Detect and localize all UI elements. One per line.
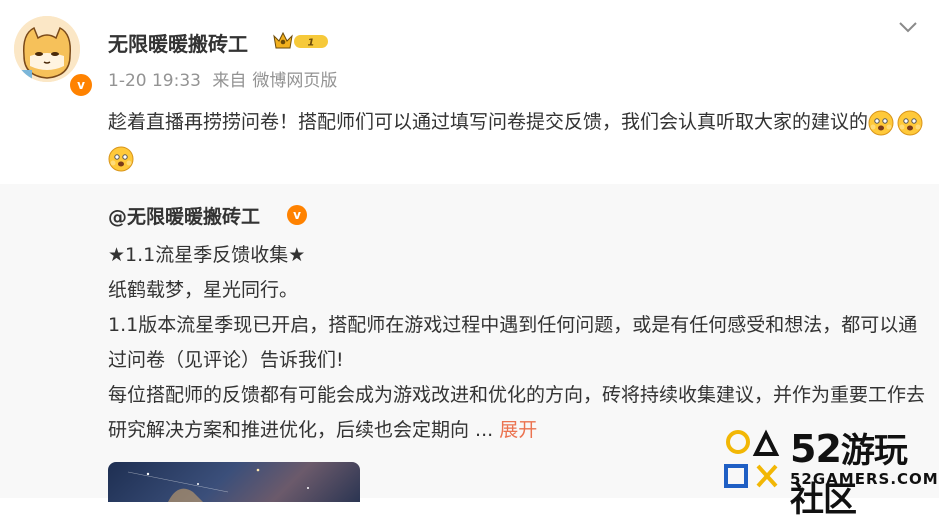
post-source: 微博网页版: [252, 71, 338, 91]
repost-line: ★1.1流星季反馈收集★: [108, 244, 306, 266]
repost-author[interactable]: @无限暖暖搬砖工: [108, 202, 260, 229]
repost-image-thumbnail[interactable]: [108, 462, 360, 502]
ellipsis: ...: [469, 419, 500, 441]
scared-face-icon: [897, 110, 923, 135]
verified-badge-icon: v: [287, 205, 307, 225]
scared-face-icon: [108, 146, 134, 171]
repost-line: 1.1版本流星季现已开启，搭配师在游戏过程中遇到任何问题，或是有任何感受和想法，…: [108, 314, 918, 371]
avatar[interactable]: [14, 16, 80, 82]
source-prefix: 来自: [212, 71, 247, 91]
starry-sky-image-icon: [127, 468, 309, 502]
chevron-down-icon[interactable]: [897, 16, 919, 38]
vip-crown-badge-icon: 1: [273, 31, 328, 49]
repost-body: ★1.1流星季反馈收集★ 纸鹤载梦，星光同行。 1.1版本流星季现已开启，搭配师…: [108, 238, 928, 448]
watermark-domain: 52GAMERS.COM: [790, 470, 939, 488]
post-text: 趁着直播再捞捞问卷！搭配师们可以通过填写问卷提交反馈，我们会认真听取大家的建议的: [108, 104, 928, 176]
expand-link[interactable]: 展开: [499, 419, 537, 441]
cat-avatar-icon: [14, 16, 80, 82]
post-meta: 1-20 19:33 来自 微博网页版: [108, 66, 343, 91]
repost-line: 纸鹤载梦，星光同行。: [108, 279, 299, 301]
post-time[interactable]: 1-20 19:33: [108, 71, 201, 91]
post-text-content: 趁着直播再捞捞问卷！搭配师们可以通过填写问卷提交反馈，我们会认真听取大家的建议的: [108, 111, 869, 133]
post-username[interactable]: 无限暖暖搬砖工: [108, 28, 248, 57]
svg-text:1: 1: [308, 38, 315, 49]
scared-face-icon: [868, 110, 894, 135]
verified-badge-icon: v: [68, 72, 94, 98]
